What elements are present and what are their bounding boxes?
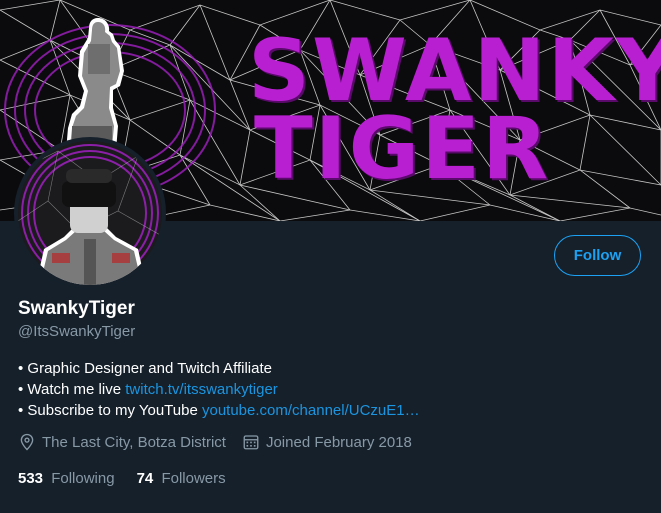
joined-text: Joined February 2018 xyxy=(265,433,412,451)
following-count: 533 xyxy=(18,470,44,487)
bio-line-2-text: • Watch me live xyxy=(18,381,126,398)
avatar-image xyxy=(18,141,162,285)
calendar-icon xyxy=(243,435,259,450)
follow-stats: 533 Following 74 Followers xyxy=(18,470,248,487)
user-handle: @ItsSwankyTiger xyxy=(18,323,136,340)
location-text: The Last City, Botza District xyxy=(42,433,226,451)
bio-line-1-text: • Graphic Designer and Twitch Affiliate xyxy=(18,360,272,377)
banner-title-line2: TIGER xyxy=(254,99,551,199)
vr-soldier-avatar-image xyxy=(18,141,162,285)
bio-line-1: • Graphic Designer and Twitch Affiliate xyxy=(18,358,420,379)
bio-line-3: • Subscribe to my YouTube youtube.com/ch… xyxy=(18,400,420,421)
location-item: The Last City, Botza District xyxy=(18,433,226,451)
banner-title: SWANKY TIGER xyxy=(248,28,661,199)
joined-item: Joined February 2018 xyxy=(242,433,412,451)
display-name: SwankyTiger xyxy=(18,298,135,319)
profile-bio: • Graphic Designer and Twitch Affiliate … xyxy=(18,358,420,421)
bio-line-3-text: • Subscribe to my YouTube xyxy=(18,402,202,419)
followers-count: 74 xyxy=(136,470,154,487)
avatar[interactable] xyxy=(14,137,166,289)
following-label: Following xyxy=(51,470,115,487)
twitch-link[interactable]: twitch.tv/itsswankytiger xyxy=(125,381,278,398)
profile-page: SWANKY TIGER Follow SwankyTiger @ItsSwan… xyxy=(0,0,661,513)
followers-label: Followers xyxy=(161,470,226,487)
location-pin-icon xyxy=(20,433,34,451)
bio-line-2: • Watch me live twitch.tv/itsswankytiger xyxy=(18,379,420,400)
follow-button[interactable]: Follow xyxy=(554,235,641,276)
following-stat[interactable]: 533 Following xyxy=(18,470,115,487)
followers-stat[interactable]: 74 Followers xyxy=(137,470,226,487)
profile-meta: The Last City, Botza District Joined Feb… xyxy=(18,433,428,451)
soldier-statue-image xyxy=(66,18,124,151)
youtube-link[interactable]: youtube.com/channel/UCzuE1… xyxy=(202,402,420,419)
